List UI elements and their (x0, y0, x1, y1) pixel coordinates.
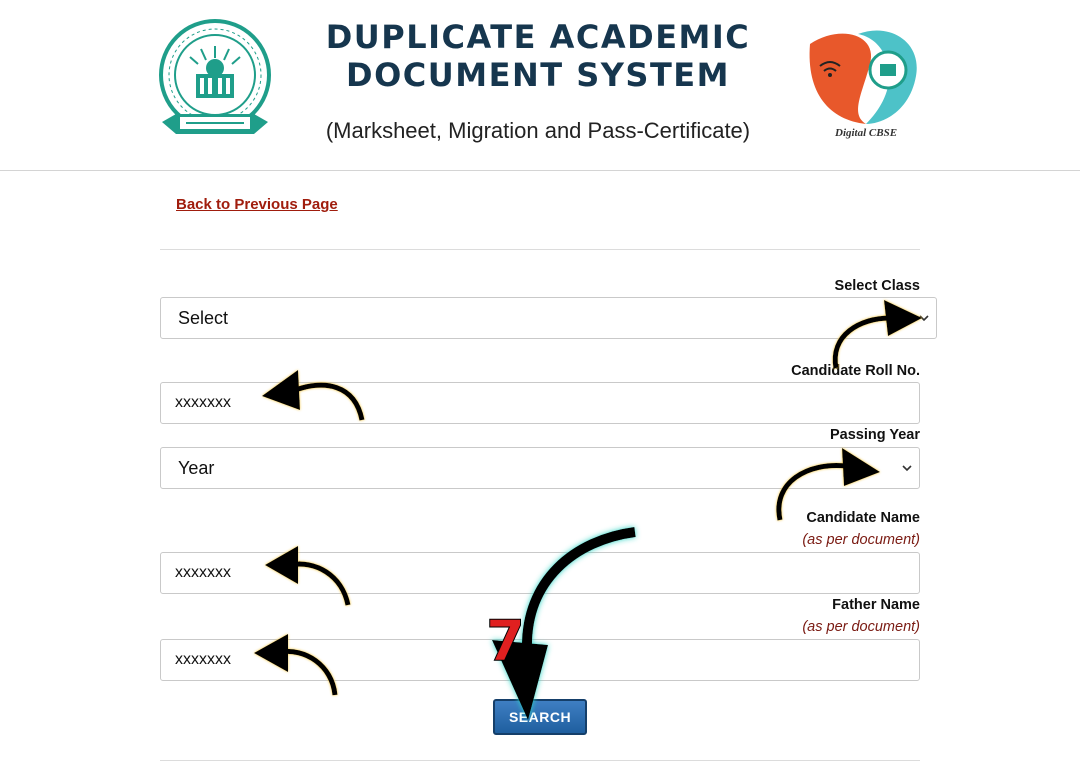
candidate-name-value: xxxxxxx (175, 564, 231, 581)
candidate-name-hint: (as per document) (802, 532, 920, 548)
chevron-down-icon (902, 465, 912, 472)
chevron-down-icon (919, 315, 929, 322)
passing-year-label: Passing Year (829, 427, 920, 443)
father-name-label: Father Name (832, 597, 920, 613)
father-name-value: xxxxxxx (175, 651, 231, 668)
search-button[interactable]: SEARCH (493, 699, 587, 735)
roll-no-input[interactable]: xxxxxxx (160, 382, 920, 424)
roll-no-label: Candidate Roll No. (791, 363, 920, 379)
page-subtitle: (Marksheet, Migration and Pass-Certifica… (325, 118, 751, 143)
back-to-previous-page-link[interactable]: Back to Previous Page (176, 196, 338, 213)
candidate-name-label: Candidate Name (806, 510, 920, 526)
passing-year-dropdown[interactable]: Year (160, 447, 920, 489)
father-name-input[interactable]: xxxxxxx (160, 639, 920, 681)
digital-cbse-text: Digital CBSE (835, 127, 898, 139)
select-class-value: Select (178, 307, 229, 328)
cbse-emblem-icon (159, 19, 271, 134)
divider-top (160, 249, 920, 250)
divider-bottom (160, 760, 920, 761)
digital-cbse-logo-icon (809, 30, 917, 124)
roll-no-value: xxxxxxx (175, 394, 231, 411)
father-name-hint: (as per document) (802, 619, 920, 635)
page-title: DUPLICATE ACADEMIC DOCUMENT SYSTEM (325, 18, 751, 94)
select-class-dropdown[interactable]: Select (160, 297, 937, 339)
candidate-name-input[interactable]: xxxxxxx (160, 552, 920, 594)
passing-year-value: Year (178, 457, 215, 478)
select-class-label: Select Class (834, 278, 920, 294)
page-header: DUPLICATE ACADEMIC DOCUMENT SYSTEM (Mark… (0, 0, 1080, 171)
